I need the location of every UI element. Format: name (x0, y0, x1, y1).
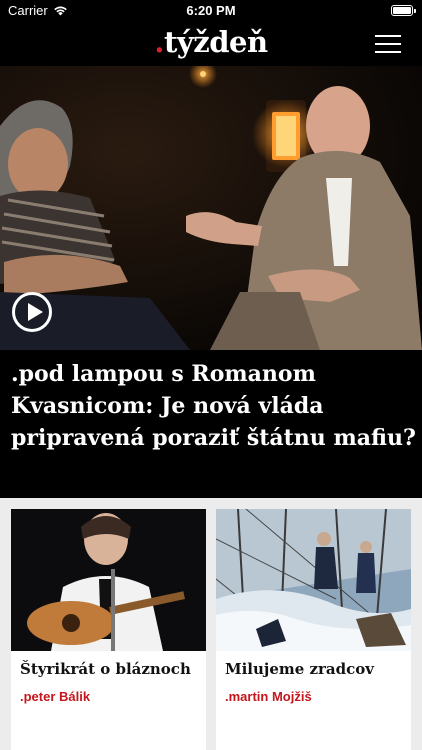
article-card-author[interactable]: .peter Bálik (20, 689, 90, 704)
article-card-milujeme-zradcov[interactable]: Milujeme zradcov .martin Mojžiš (216, 509, 411, 750)
status-bar: Carrier 6:20 PM (0, 0, 422, 22)
logo-text: týždeň (164, 25, 268, 59)
play-circle-icon[interactable] (12, 292, 52, 332)
hero-image (0, 66, 422, 350)
battery-icon (391, 5, 416, 16)
article-grid: Štyrikrát o bláznoch .peter Bálik Miluje… (0, 498, 422, 750)
status-time: 6:20 PM (186, 3, 236, 18)
article-card-title[interactable]: Milujeme zradcov (225, 660, 374, 678)
article-card-author[interactable]: .martin Mojžiš (225, 689, 312, 704)
hamburger-menu-icon[interactable] (375, 33, 401, 55)
hero-article[interactable]: .pod lampou s Romanom Kvasnicom: Je nová… (0, 66, 422, 498)
logo-dot: . (154, 25, 165, 59)
article-card-title[interactable]: Štyrikrát o bláznoch (20, 660, 191, 678)
nav-bar: .týždeň (0, 22, 422, 66)
hero-title[interactable]: .pod lampou s Romanom Kvasnicom: Je nová… (11, 358, 416, 454)
tyzden-logo[interactable]: .týždeň (0, 25, 422, 59)
article-card-image (11, 509, 206, 651)
article-card-image (216, 509, 411, 651)
article-card-styrikrat-o-blaznoch[interactable]: Štyrikrát o bláznoch .peter Bálik (11, 509, 206, 750)
